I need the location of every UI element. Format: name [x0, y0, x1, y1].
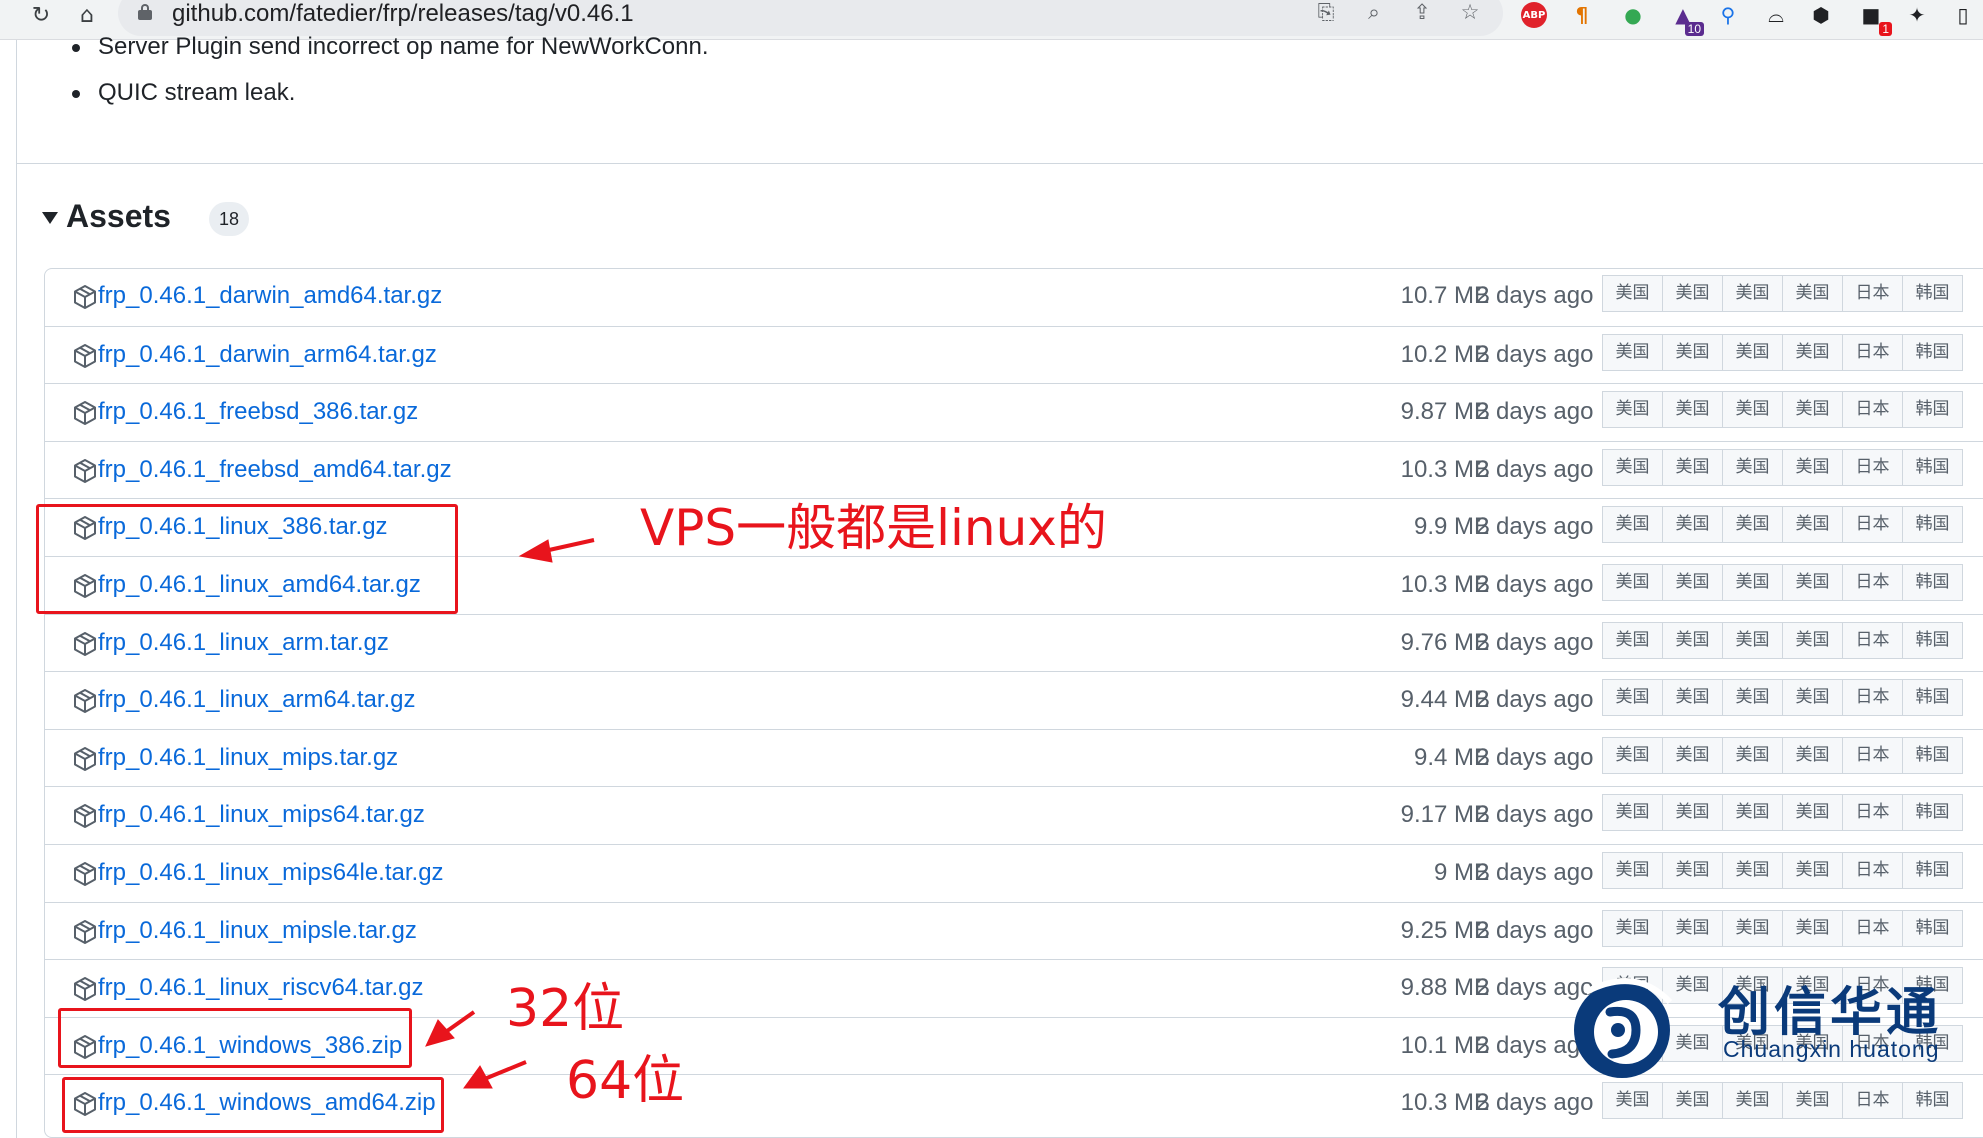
logo-name-cn: 创信华通: [1718, 983, 1943, 1043]
annotation-arrows: [425, 538, 595, 1089]
logo-name-en: Chuangxin huatong: [1723, 1036, 1940, 1062]
logo-mark-icon: [1574, 978, 1673, 1078]
watermark-logo: 创信华通 Chuangxin huatong: [1566, 972, 1983, 1082]
arrow-64bit: [481, 1060, 527, 1082]
